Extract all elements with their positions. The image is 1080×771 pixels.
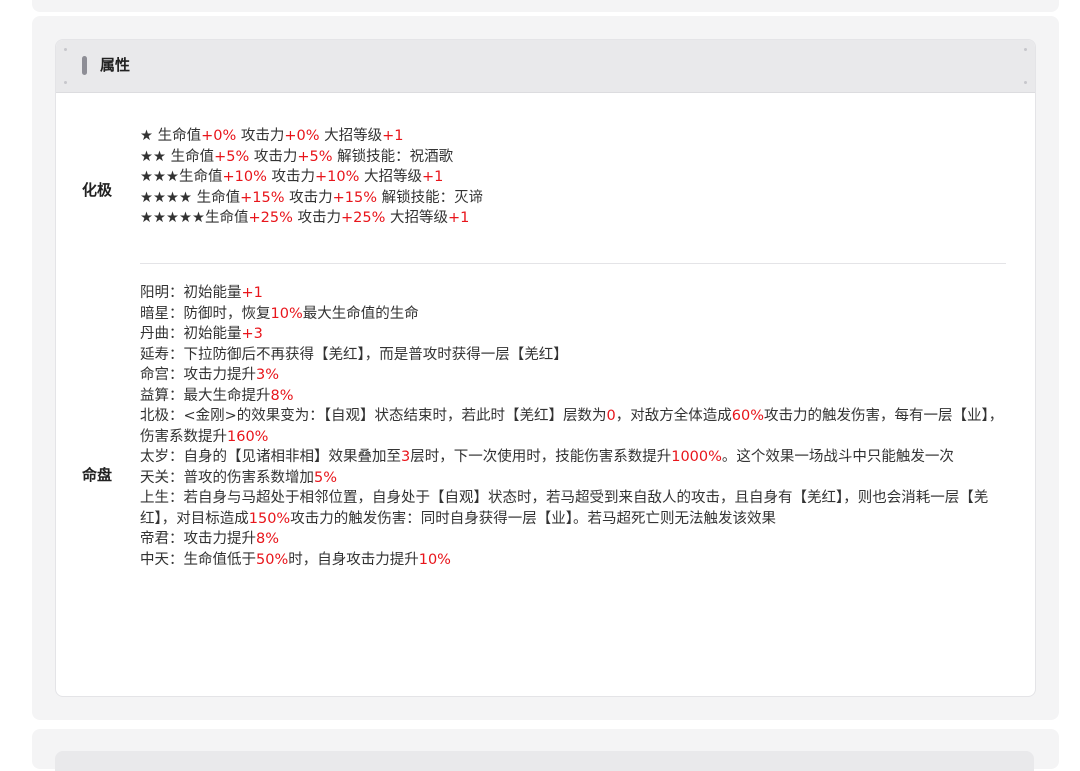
line-text: ★★ 生命值 xyxy=(140,148,215,165)
mingpan-line: 中天：生命值低于50%时，自身攻击力提升10% xyxy=(140,550,1004,571)
stat-value: 160% xyxy=(227,428,269,445)
line-text: ，对敌方全体造成 xyxy=(615,408,732,424)
line-text: 命宫：攻击力提升 xyxy=(140,367,256,383)
mingpan-line: 阳明：初始能量+1 xyxy=(140,283,1004,304)
line-text: 帝君：攻击力提升 xyxy=(140,531,256,547)
huaji-lines: ★ 生命值+0% 攻击力+0% 大招等级+1 ★★ 生命值+5% 攻击力+5% 解… xyxy=(140,126,1004,229)
stat-value: 3% xyxy=(256,367,280,383)
stat-value: +5% xyxy=(214,148,250,165)
mingpan-line: 帝君：攻击力提升8% xyxy=(140,529,1004,550)
stat-value: 8% xyxy=(270,387,294,404)
row-divider xyxy=(140,263,1006,264)
line-text: 北极：<金刚>的效果变为：【自观】状态结束时，若此时【羌红】层数为 xyxy=(140,408,607,424)
mingpan-line: 暗星：防御时，恢复10%最大生命值的生命 xyxy=(140,304,1004,325)
stat-value: 50% xyxy=(256,551,289,568)
line-text: 时，自身攻击力提升 xyxy=(288,551,419,568)
stat-value: 60% xyxy=(731,408,765,424)
stat-value: 10% xyxy=(418,551,451,568)
stat-value: +25% xyxy=(341,210,386,226)
line-text: 层时，下一次使用时，技能伤害系数提升 xyxy=(410,449,672,465)
line-text: 解锁技能：祝酒歌 xyxy=(332,148,454,165)
mingpan-line: 北极：<金刚>的效果变为：【自观】状态结束时，若此时【羌红】层数为0，对敌方全体… xyxy=(140,406,1004,447)
stat-value: 150% xyxy=(248,510,291,527)
huaji-label: 化极 xyxy=(82,181,113,199)
stat-value: 3 xyxy=(401,449,411,465)
line-text: 天关：普攻的伤害系数增加 xyxy=(140,469,314,486)
mingpan-line: 天关：普攻的伤害系数增加5% xyxy=(140,468,1004,489)
mingpan-label: 命盘 xyxy=(82,466,113,484)
stat-value: +1 xyxy=(241,285,263,301)
attributes-section-card: 属性 化极 ★ 生命值+0% 攻击力+0% 大招等级+1 ★★ 生命值+5% 攻击… xyxy=(32,16,1059,720)
stat-value: +10% xyxy=(315,169,360,185)
huaji-line: ★★★★ 生命值+15% 攻击力+15% 解锁技能：灭谛 xyxy=(140,188,1004,209)
line-text: ★★★★ 生命值 xyxy=(140,189,241,206)
line-text: 解锁技能：灭谛 xyxy=(377,189,484,206)
mingpan-line: 太岁：自身的【见诸相非相】效果叠加至3层时，下一次使用时，技能伤害系数提升100… xyxy=(140,447,1004,468)
stat-value: +10% xyxy=(222,169,267,185)
line-text: 阳明：初始能量 xyxy=(140,285,242,301)
line-text: ★ 生命值 xyxy=(140,128,202,144)
line-text: 攻击力 xyxy=(292,210,341,226)
corner-dot-icon xyxy=(1024,81,1027,84)
stat-value: 1000% xyxy=(671,449,722,465)
stat-value: +1 xyxy=(422,169,444,185)
corner-dot-icon xyxy=(64,48,67,51)
line-text: ★★★★★生命值 xyxy=(140,210,249,226)
line-text: 太岁：自身的【见诸相非相】效果叠加至 xyxy=(140,449,401,465)
header-accent-bar xyxy=(82,56,87,75)
stat-value: +0% xyxy=(201,128,237,144)
attributes-panel-header: 属性 xyxy=(56,40,1035,93)
huaji-row: 化极 ★ 生命值+0% 攻击力+0% 大招等级+1 ★★ 生命值+5% 攻击力+5… xyxy=(82,126,1006,254)
next-section-header xyxy=(55,751,1034,771)
line-text: 大招等级 xyxy=(359,169,422,185)
next-section-card xyxy=(32,729,1059,771)
stat-value: 10% xyxy=(270,305,303,322)
huaji-line: ★★★★★生命值+25% 攻击力+25% 大招等级+1 xyxy=(140,208,1004,229)
mingpan-row: 命盘 阳明：初始能量+1 暗星：防御时，恢复10%最大生命值的生命 丹曲：初始能量+… xyxy=(82,283,1006,673)
line-text: 攻击力的触发伤害：同时自身获得一层【业】。若马超死亡则无法触发该效果 xyxy=(290,510,776,527)
section-title: 属性 xyxy=(100,56,131,74)
line-text: 最大生命值的生命 xyxy=(302,305,419,322)
mingpan-lines: 阳明：初始能量+1 暗星：防御时，恢复10%最大生命值的生命 丹曲：初始能量+3 延寿… xyxy=(140,283,1004,570)
corner-dot-icon xyxy=(1024,48,1027,51)
mingpan-line: 延寿：下拉防御后不再获得【羌红】，而是普攻时获得一层【羌红】 xyxy=(140,345,1004,366)
mingpan-line: 命宫：攻击力提升3% xyxy=(140,365,1004,386)
corner-dot-icon xyxy=(64,81,67,84)
mingpan-line: 丹曲：初始能量+3 xyxy=(140,324,1004,345)
line-text: 攻击力 xyxy=(236,128,285,144)
line-text: 。这个效果一场战斗中只能触发一次 xyxy=(721,449,954,465)
line-text: ★★★生命值 xyxy=(140,169,223,185)
stat-value: +25% xyxy=(248,210,293,226)
mingpan-line: 益算：最大生命提升8% xyxy=(140,386,1004,407)
previous-card xyxy=(32,0,1059,12)
attributes-panel: 属性 化极 ★ 生命值+0% 攻击力+0% 大招等级+1 ★★ 生命值+5% 攻击… xyxy=(55,39,1036,697)
huaji-line: ★★ 生命值+5% 攻击力+5% 解锁技能：祝酒歌 xyxy=(140,147,1004,168)
line-text: 中天：生命值低于 xyxy=(140,551,256,568)
mingpan-line: 上生：若自身与马超处于相邻位置，自身处于【自观】状态时，若马超受到来自敌人的攻击… xyxy=(140,488,1004,529)
stat-value: +5% xyxy=(297,148,333,165)
line-text: 大招等级 xyxy=(319,128,383,144)
stat-value: +1 xyxy=(448,210,470,226)
stat-value: 5% xyxy=(314,469,338,486)
line-text: 攻击力 xyxy=(249,148,298,165)
stat-value: +3 xyxy=(241,326,263,342)
stat-value: 0 xyxy=(606,408,616,424)
stat-value: 8% xyxy=(256,531,280,547)
huaji-line: ★★★生命值+10% 攻击力+10% 大招等级+1 xyxy=(140,167,1004,188)
line-text: 暗星：防御时，恢复 xyxy=(140,305,271,322)
stat-value: +0% xyxy=(284,128,320,144)
line-text: 攻击力 xyxy=(284,189,333,206)
line-text: 大招等级 xyxy=(385,210,448,226)
line-text: 益算：最大生命提升 xyxy=(140,387,271,404)
line-text: 丹曲：初始能量 xyxy=(140,326,242,342)
stat-value: +1 xyxy=(382,128,404,144)
stat-value: +15% xyxy=(332,189,377,206)
line-text: 攻击力 xyxy=(266,169,315,185)
stat-value: +15% xyxy=(240,189,285,206)
line-text: 延寿：下拉防御后不再获得【羌红】，而是普攻时获得一层【羌红】 xyxy=(140,346,568,363)
huaji-line: ★ 生命值+0% 攻击力+0% 大招等级+1 xyxy=(140,126,1004,147)
